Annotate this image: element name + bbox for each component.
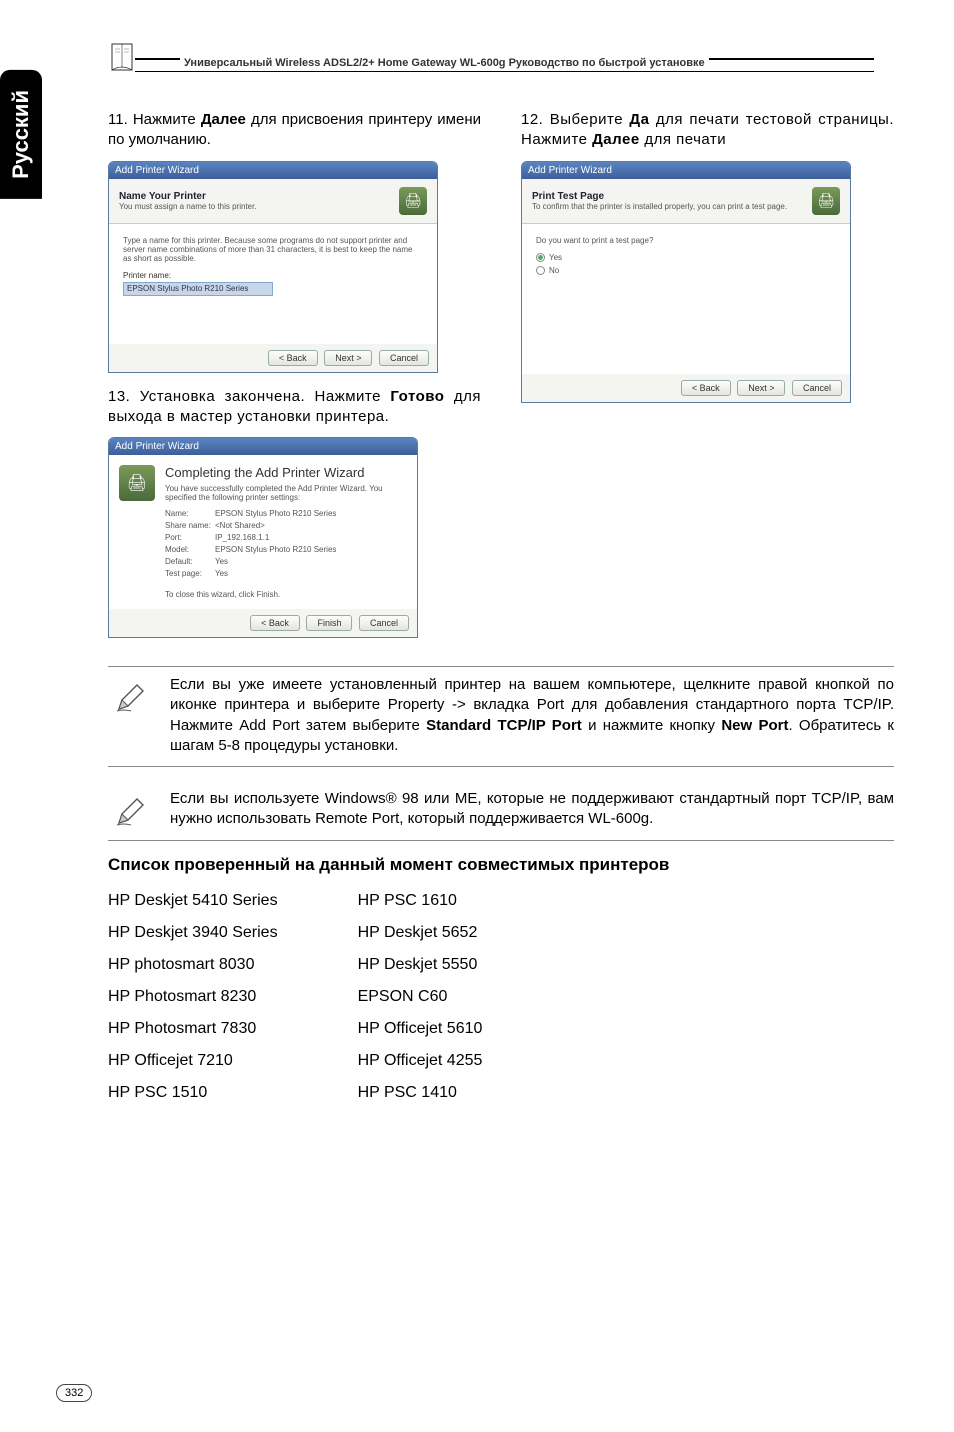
- language-tab: Русский: [0, 70, 42, 199]
- dialog-title: Print Test Page: [532, 191, 812, 202]
- back-button[interactable]: < Back: [268, 350, 318, 366]
- printer-item: HP PSC 1510: [108, 1077, 278, 1109]
- printer-item: HP PSC 1410: [358, 1077, 483, 1109]
- radio-no[interactable]: [536, 266, 545, 275]
- cancel-button[interactable]: Cancel: [792, 380, 842, 396]
- printer-item: EPSON C60: [358, 981, 483, 1013]
- book-icon: [108, 40, 136, 74]
- dialog-name-printer: Add Printer Wizard Name Your Printer You…: [108, 161, 438, 373]
- printer-list: HP Deskjet 5410 SeriesHP Deskjet 3940 Se…: [108, 885, 894, 1109]
- dialog-body-text: Type a name for this printer. Because so…: [123, 236, 423, 263]
- step-13: 13. Установка закончена. Нажмите Готово …: [108, 387, 481, 428]
- dialog-subtitle: To confirm that the printer is installed…: [532, 202, 812, 211]
- dialog-subtitle: You must assign a name to this printer.: [119, 202, 399, 211]
- printer-item: HP Deskjet 5652: [358, 917, 483, 949]
- question-text: Do you want to print a test page?: [536, 236, 836, 245]
- pencil-icon: [113, 681, 147, 715]
- dialog-test-page: Add Printer Wizard Print Test Page To co…: [521, 161, 851, 403]
- printer-name-input[interactable]: EPSON Stylus Photo R210 Series: [123, 282, 273, 296]
- printer-item: HP photosmart 8030: [108, 949, 278, 981]
- summary-list: Name:EPSON Stylus Photo R210 Series Shar…: [165, 508, 407, 580]
- printer-item: HP Photosmart 7830: [108, 1013, 278, 1045]
- printer-item: HP Photosmart 8230: [108, 981, 278, 1013]
- printer-item: HP Deskjet 3940 Series: [108, 917, 278, 949]
- printers-heading: Список проверенный на данный момент совм…: [108, 855, 894, 875]
- dialog-titlebar: Add Printer Wizard: [109, 162, 437, 179]
- next-button[interactable]: Next >: [324, 350, 372, 366]
- back-button[interactable]: < Back: [681, 380, 731, 396]
- finish-button[interactable]: Finish: [306, 615, 352, 631]
- dialog-subtitle: You have successfully completed the Add …: [165, 484, 407, 502]
- printer-item: HP Officejet 7210: [108, 1045, 278, 1077]
- radio-no-label: No: [549, 266, 559, 275]
- field-label: Printer name:: [123, 271, 423, 280]
- pencil-icon: [113, 795, 147, 829]
- printer-item: HP Officejet 5610: [358, 1013, 483, 1045]
- dialog-completing: Add Printer Wizard 🖨 Completing the Add …: [108, 437, 418, 638]
- page-number: 332: [56, 1384, 92, 1402]
- radio-yes-label: Yes: [549, 253, 562, 262]
- printer-icon: 🖨: [399, 187, 427, 215]
- step-11: 11. Нажмите Далее для присвоения принтер…: [108, 110, 481, 151]
- cancel-button[interactable]: Cancel: [359, 615, 409, 631]
- header-title: Универсальный Wireless ADSL2/2+ Home Gat…: [180, 57, 709, 69]
- printer-item: HP Officejet 4255: [358, 1045, 483, 1077]
- next-button[interactable]: Next >: [737, 380, 785, 396]
- dialog-title: Name Your Printer: [119, 191, 399, 202]
- printer-icon: 🖨: [812, 187, 840, 215]
- printer-item: HP PSC 1610: [358, 885, 483, 917]
- back-button[interactable]: < Back: [250, 615, 300, 631]
- dialog-closing: To close this wizard, click Finish.: [165, 590, 407, 599]
- step-12: 12. Выберите Да для печати тестовой стра…: [521, 110, 894, 151]
- radio-yes[interactable]: [536, 253, 545, 262]
- dialog-titlebar: Add Printer Wizard: [109, 438, 417, 455]
- printer-icon: 🖨: [119, 465, 155, 501]
- printer-item: HP Deskjet 5410 Series: [108, 885, 278, 917]
- dialog-titlebar: Add Printer Wizard: [522, 162, 850, 179]
- note-2: Если вы используете Windows® 98 или ME, …: [108, 781, 894, 841]
- printer-item: HP Deskjet 5550: [358, 949, 483, 981]
- note-1: Если вы уже имеете установленный принтер…: [108, 666, 894, 767]
- dialog-title: Completing the Add Printer Wizard: [165, 465, 407, 480]
- cancel-button[interactable]: Cancel: [379, 350, 429, 366]
